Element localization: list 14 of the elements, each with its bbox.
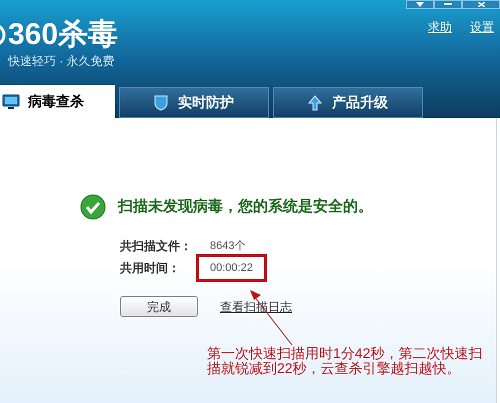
stat-label: 共用时间： — [120, 260, 181, 277]
stat-label: 共扫描文件： — [120, 238, 193, 255]
tab[interactable]: 病毒查杀 — [0, 85, 115, 118]
stat-value: 00:00:22 — [196, 254, 267, 282]
annotation-text: 第一次快速扫描用时1分42秒，第二次快速扫描就锐减到22秒，云查杀引擎越扫越快。 — [207, 346, 484, 376]
app-slogan: 快速轻巧 · 永久免费 — [8, 53, 116, 70]
done-button[interactable]: 完成 — [120, 296, 198, 317]
stat-value: 8643个 — [209, 238, 246, 254]
header-link[interactable]: 求助 — [428, 18, 452, 36]
header-link[interactable]: 设置 — [470, 18, 494, 36]
result-message: 扫描未发现病毒，您的系统是安全的。 — [118, 196, 373, 217]
tab[interactable]: 实时防护 — [119, 87, 269, 118]
app-logo: 360杀毒 — [8, 20, 118, 50]
tab[interactable]: 产品升级 — [273, 87, 423, 118]
